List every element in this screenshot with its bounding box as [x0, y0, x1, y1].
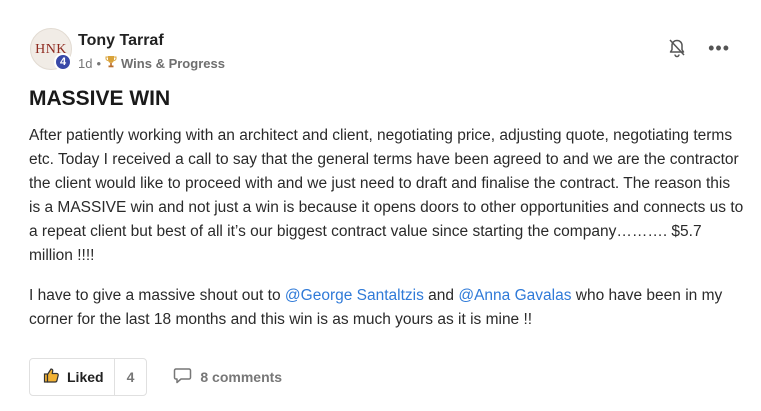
post-body-paragraph-1: After patiently working with an architec…	[29, 127, 744, 264]
like-count[interactable]: 4	[113, 359, 147, 395]
comments-button[interactable]: 8 comments	[173, 367, 282, 387]
post-header: HNK 4 Tony Tarraf 1d • Wins & Progress •…	[30, 28, 750, 74]
mention-link[interactable]: @George Santaltzis	[285, 287, 424, 304]
meta-separator: •	[96, 55, 102, 71]
post-time: 1d	[78, 55, 93, 71]
more-options-icon[interactable]: •••	[708, 39, 730, 57]
paragraph-text: I have to give a massive shout out to	[29, 287, 285, 304]
thumbs-up-icon	[43, 367, 60, 387]
like-control: Liked 4	[29, 358, 148, 396]
trophy-icon	[105, 55, 117, 71]
comment-icon	[173, 367, 192, 387]
mention-link[interactable]: @Anna Gavalas	[458, 287, 571, 304]
like-button[interactable]: Liked	[30, 359, 114, 395]
post-body-paragraph-2: I have to give a massive shout out to @G…	[29, 284, 744, 332]
bell-off-icon[interactable]	[668, 38, 686, 58]
post-meta: 1d • Wins & Progress	[78, 55, 225, 71]
author-name[interactable]: Tony Tarraf	[78, 32, 164, 50]
like-label: Liked	[67, 369, 104, 385]
post-card: HNK 4 Tony Tarraf 1d • Wins & Progress •…	[0, 0, 761, 411]
post-footer: Liked 4 8 comments	[29, 357, 282, 397]
level-badge: 4	[54, 53, 72, 71]
avatar[interactable]: HNK 4	[30, 28, 72, 71]
paragraph-text: and	[423, 287, 459, 304]
post-category[interactable]: Wins & Progress	[121, 56, 225, 71]
comments-label: 8 comments	[200, 369, 283, 385]
post-actions: •••	[668, 38, 730, 58]
post-title: MASSIVE WIN	[29, 87, 171, 110]
